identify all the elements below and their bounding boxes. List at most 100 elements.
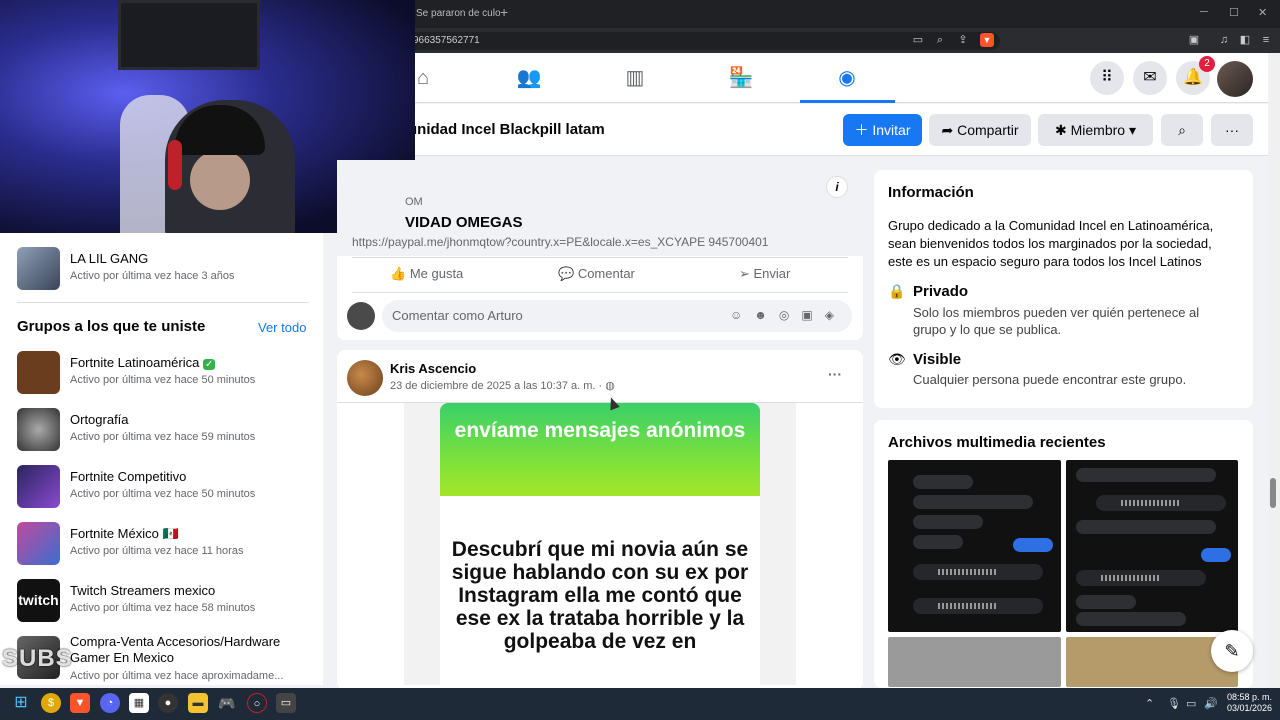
panel-icon[interactable]: ◧ [1238, 33, 1252, 47]
voice-message [913, 598, 1043, 614]
twitch-logo-icon: twitch [17, 579, 60, 622]
sidebar-group-item[interactable]: Fortnite Competitivo Activo por última v… [17, 465, 317, 509]
commenter-avatar [347, 302, 375, 330]
minimize-button[interactable]: ─ [1200, 6, 1208, 18]
post-options-icon[interactable]: ··· [828, 366, 842, 382]
tray-chevron-icon[interactable]: ⌃ [1145, 697, 1154, 710]
media-icon[interactable]: ♫ [1217, 33, 1231, 47]
notification-badge: 2 [1199, 56, 1215, 72]
voice-message [1096, 495, 1226, 511]
group-thumbnail [17, 351, 60, 394]
group-name: Compra-Venta Accesorios/Hardware Gamer E… [70, 634, 281, 665]
zoom-icon[interactable]: ⌕ [933, 33, 947, 47]
dashboard-icon[interactable]: ▥ [620, 63, 650, 93]
close-window-button[interactable]: ✕ [1258, 6, 1267, 19]
media-thumbnail[interactable] [888, 460, 1061, 632]
comment-bubble-icon: 💬 [558, 266, 578, 281]
system-clock[interactable]: 08:58 p. m. 03/01/2026 [1227, 692, 1272, 714]
new-tab-button[interactable]: + [500, 4, 508, 20]
record-app-icon[interactable]: ○ [247, 693, 267, 713]
store-icon[interactable]: ▦ [129, 693, 149, 713]
group-name: LA LIL GANG [70, 251, 149, 266]
sidebar-icon[interactable]: ▣ [1187, 33, 1201, 47]
share-button[interactable]: ➦ Compartir [929, 114, 1031, 146]
browser-tab[interactable]: Se pararon de culo [410, 4, 500, 24]
apps-menu-icon[interactable]: ⠿ [1090, 61, 1124, 95]
obs-icon[interactable]: ● [158, 693, 178, 713]
ellipsis-icon: ··· [1225, 122, 1239, 138]
invite-button[interactable]: ＋ Invitar [843, 114, 922, 146]
caret-down-icon: ▾ [1125, 122, 1136, 138]
sidebar-group-item[interactable]: Ortografía Activo por última vez hace 59… [17, 408, 317, 452]
messenger-icon[interactable]: ✉ [1133, 61, 1167, 95]
send-icon: ➢ [739, 266, 754, 281]
group-activity: Activo por última vez hace 59 minutos [70, 431, 256, 443]
compose-post-icon[interactable]: ✎ [1211, 630, 1253, 672]
globe-icon: ◍ [605, 380, 615, 392]
group-activity: Activo por última vez hace aproximadame.… [70, 670, 284, 682]
volume-icon[interactable]: 🔊 [1204, 697, 1218, 710]
active-tab-indicator [800, 100, 895, 103]
member-button[interactable]: ✱ Miembro ▾ [1038, 114, 1153, 146]
plus-icon: ＋ [854, 122, 873, 138]
group-name: Twitch Streamers mexico [70, 583, 216, 598]
search-group-button[interactable]: ⌕ [1161, 114, 1203, 146]
microphone-icon[interactable]: 🎙 [1167, 697, 1181, 710]
post-timestamp[interactable]: 23 de diciembre de 2025 a las 10:37 a. m… [390, 379, 615, 392]
media-thumbnail[interactable] [1066, 460, 1238, 632]
comment-button[interactable]: 💬 Comentar [558, 266, 635, 282]
terminal-app-icon[interactable]: ▭ [276, 693, 296, 713]
share-icon[interactable]: ⇪ [956, 33, 970, 47]
clock-time: 08:58 p. m. [1227, 692, 1273, 702]
file-explorer-icon[interactable]: ▬ [188, 693, 208, 713]
brave-browser-icon[interactable]: ▼ [70, 693, 90, 713]
link-domain: OM [405, 196, 423, 208]
clock-date: 03/01/2026 [1227, 703, 1273, 713]
group-name: Ortografía [70, 412, 129, 427]
link-url[interactable]: https://paypal.me/jhonmqtow?country.x=PE… [352, 235, 768, 249]
group-activity: Activo por última vez hace 58 minutos [70, 602, 256, 614]
sidebar-group-item[interactable]: LA LIL GANG Activo por última vez hace 3… [17, 247, 317, 291]
groups-icon[interactable]: ◉ [832, 63, 862, 93]
lock-icon: 🔒 [888, 283, 906, 299]
image-banner [440, 403, 760, 496]
maximize-button[interactable]: ☐ [1229, 6, 1239, 19]
image-body-text: Descubrí que mi novia aún se sigue habla… [451, 538, 749, 653]
windows-start-icon[interactable]: ⊞ [11, 693, 31, 713]
poster-avatar[interactable] [347, 360, 383, 396]
scrollbar-track[interactable] [1268, 53, 1280, 688]
friends-icon[interactable]: 👥 [514, 63, 544, 93]
network-icon[interactable]: ▭ [1186, 697, 1196, 710]
profile-avatar[interactable] [1217, 61, 1253, 97]
scrollbar-thumb[interactable] [1270, 478, 1276, 508]
sidebar-group-item[interactable]: Fortnite México 🇲🇽 Activo por última vez… [17, 522, 317, 566]
chat-bubble [1201, 548, 1231, 562]
brave-shield-icon[interactable]: ▼ [980, 33, 994, 47]
cast-icon[interactable]: ▭ [911, 33, 925, 47]
member-label: Miembro [1070, 122, 1126, 138]
joined-groups-title: Grupos a los que te uniste [17, 318, 206, 335]
comment-tool-icons[interactable]: ☺☻◎▣◈ [730, 308, 846, 322]
marketplace-icon[interactable]: 🏪 [726, 63, 756, 93]
chat-bubble [913, 475, 973, 489]
see-all-link[interactable]: Ver todo [258, 320, 306, 335]
post-image[interactable]: envíame mensajes anónimos Descubrí que m… [440, 403, 760, 685]
sidebar-group-item[interactable]: twitch Twitch Streamers mexico Activo po… [17, 579, 317, 623]
sidebar-group-item[interactable]: Fortnite Latinoamérica ✓ Activo por últi… [17, 351, 317, 395]
menu-icon[interactable]: ≡ [1259, 33, 1273, 47]
poster-name[interactable]: Kris Ascencio [390, 361, 476, 376]
discord-icon[interactable]: ◔ [100, 693, 120, 713]
coin-app-icon[interactable]: $ [41, 693, 61, 713]
group-activity: Activo por última vez hace 11 horas [70, 545, 244, 557]
media-thumbnail[interactable] [888, 637, 1061, 687]
info-icon[interactable]: i [826, 176, 848, 198]
send-button[interactable]: ➢ Enviar [739, 266, 790, 282]
gamepad-icon[interactable]: 🎮 [217, 693, 237, 713]
group-activity: Activo por última vez hace 50 minutos [70, 374, 256, 386]
about-description: Grupo dedicado a la Comunidad Incel en L… [888, 218, 1214, 269]
divider [352, 257, 848, 258]
divider [17, 302, 309, 303]
like-button[interactable]: 👍 Me gusta [390, 266, 463, 282]
more-options-button[interactable]: ··· [1211, 114, 1253, 146]
search-icon: ⌕ [1178, 122, 1186, 138]
